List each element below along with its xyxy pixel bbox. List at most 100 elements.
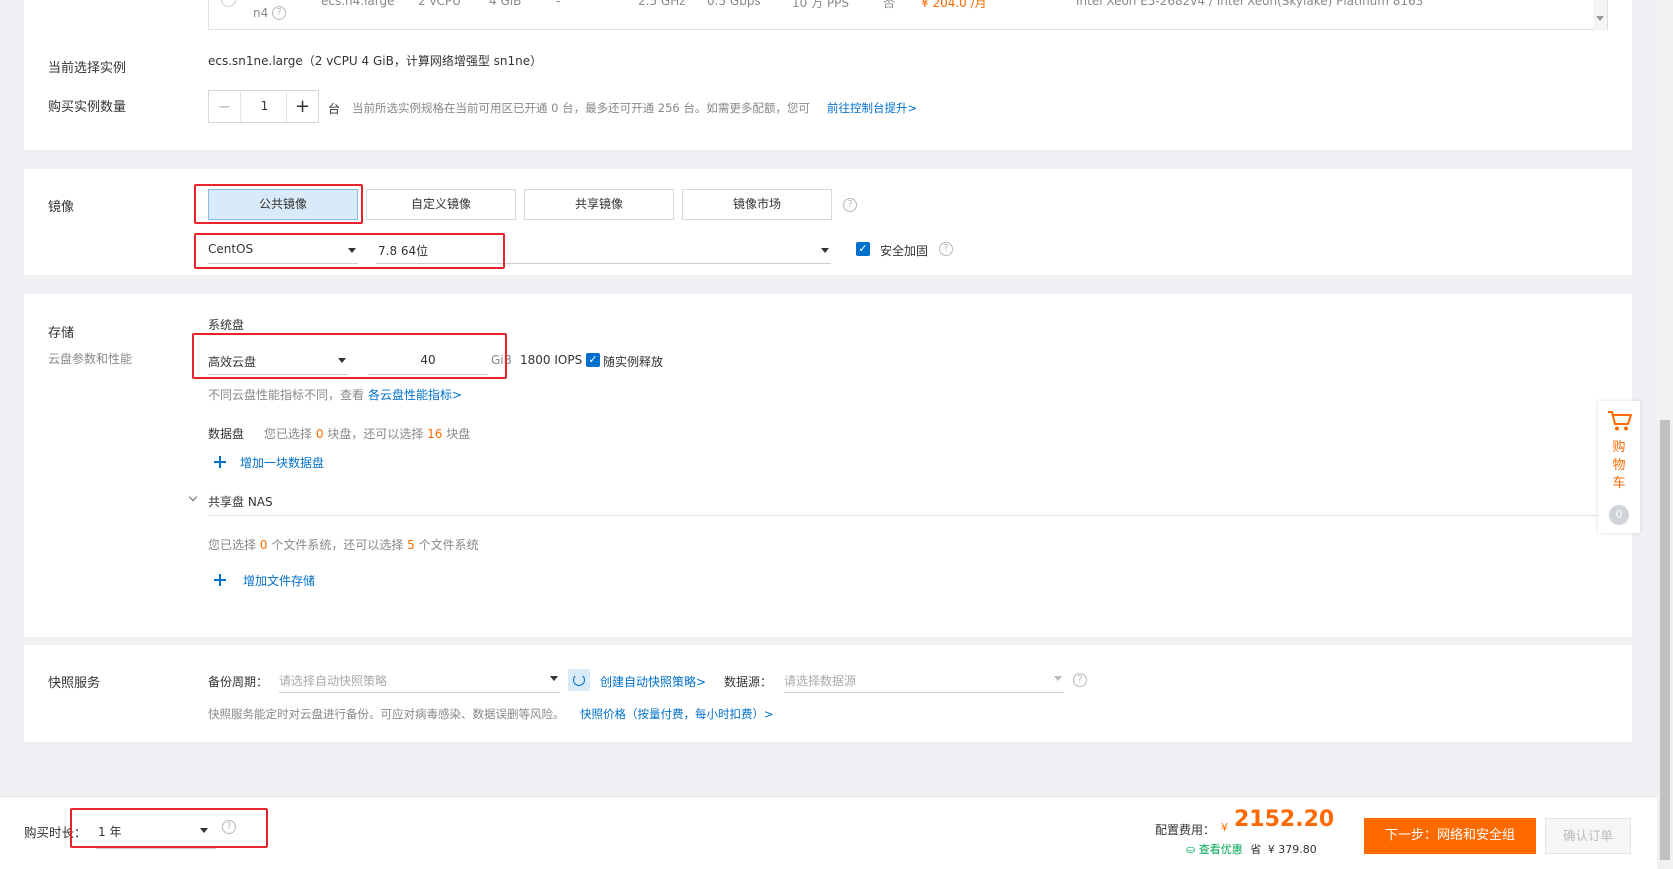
refresh-button[interactable] xyxy=(568,669,590,691)
confirm-order-button[interactable]: 确认订单 xyxy=(1545,818,1631,854)
tab-custom-image[interactable]: 自定义镜像 xyxy=(366,189,516,220)
os-select-value: CentOS xyxy=(208,242,254,256)
instance-gpu: - xyxy=(556,0,561,8)
nas-hint-a: 您已选择 xyxy=(208,538,257,552)
disk-unit: GiB xyxy=(491,353,512,367)
cart-label-char: 车 xyxy=(1612,476,1626,491)
backup-policy-placeholder: 请选择自动快照策略 xyxy=(279,674,388,688)
chevron-down-icon xyxy=(550,675,558,681)
cart-widget[interactable]: 购 物 车 0 xyxy=(1598,401,1640,533)
current-instance-value: ecs.sn1ne.large（2 vCPU 4 GiB，计算网络增强型 sn1… xyxy=(208,54,543,68)
save-value: ¥ 379.80 xyxy=(1267,843,1317,856)
quantity-unit: 台 xyxy=(328,102,341,116)
disk-iops: 1800 IOPS xyxy=(520,353,583,367)
cost-currency: ¥ xyxy=(1221,821,1228,834)
chevron-down-icon xyxy=(1054,675,1062,681)
tab-image-market[interactable]: 镜像市场 xyxy=(682,189,832,220)
discount-link[interactable]: 查看优惠 xyxy=(1199,843,1243,856)
cart-label: 购 物 车 xyxy=(1598,439,1640,493)
data-hint-b: 块盘，还可以选择 xyxy=(327,427,424,441)
quantity-minus-button[interactable]: − xyxy=(209,91,241,122)
chevron-down-icon xyxy=(200,827,208,833)
chevron-down-icon[interactable] xyxy=(1596,16,1604,21)
instance-table: n4 ? ecs.n4.large 2 vCPU 4 GiB - 2.5 GHz… xyxy=(208,0,1608,30)
instance-mem: 4 GiB xyxy=(489,0,522,8)
help-icon[interactable]: ? xyxy=(272,6,286,20)
help-icon[interactable]: ? xyxy=(939,242,953,256)
quantity-hint: 当前所选实例规格在当前可用区已开通 0 台，最多还可开通 256 台。如需更多配… xyxy=(352,101,810,115)
instance-panel: n4 ? ecs.n4.large 2 vCPU 4 GiB - 2.5 GHz… xyxy=(24,0,1632,150)
instance-ipv6: 否 xyxy=(883,0,896,10)
add-nas-label: 增加文件存储 xyxy=(243,574,316,588)
release-label: 随实例释放 xyxy=(603,355,664,369)
security-label: 安全加固 xyxy=(880,244,929,258)
discount-icon: ⛀ xyxy=(1186,843,1196,856)
quantity-input[interactable]: 1 xyxy=(241,91,288,122)
tab-public-image[interactable]: 公共镜像 xyxy=(208,189,358,220)
data-source-label: 数据源： xyxy=(724,675,773,689)
plus-icon xyxy=(213,455,227,469)
snapshot-price-link[interactable]: 快照价格（按量付费，每小时扣费）> xyxy=(580,706,774,722)
perf-link[interactable]: 各云盘性能指标> xyxy=(368,386,462,403)
perf-hint: 不同云盘性能指标不同，查看 xyxy=(208,388,365,402)
help-icon[interactable]: ? xyxy=(1073,673,1087,687)
data-selected-count: 0 xyxy=(315,427,324,441)
scrollbar-thumb[interactable] xyxy=(1660,420,1670,860)
nas-selected-count: 0 xyxy=(259,538,268,552)
cart-label-char: 物 xyxy=(1612,458,1626,473)
next-step-button[interactable]: 下一步：网络和安全组 xyxy=(1364,818,1536,854)
instance-radio[interactable] xyxy=(221,0,236,7)
save-label: 省 xyxy=(1250,843,1262,856)
quota-link[interactable]: 前往控制台提升> xyxy=(827,100,917,116)
cart-icon xyxy=(1608,411,1632,431)
disk-size-value: 40 xyxy=(420,353,436,367)
snapshot-panel xyxy=(24,645,1632,742)
cart-count-badge: 0 xyxy=(1609,505,1629,525)
quantity-stepper: − 1 + xyxy=(208,90,319,123)
table-scrollbar[interactable] xyxy=(1593,0,1607,30)
nas-hint: 您已选择 0 个文件系统，还可以选择 5 个文件系统 xyxy=(208,536,479,553)
nas-collapse-toggle[interactable]: 共享盘 NAS xyxy=(188,490,298,510)
quantity-plus-button[interactable]: + xyxy=(286,91,318,122)
disk-type-select[interactable]: 高效云盘 xyxy=(208,347,348,375)
duration-value: 1 年 xyxy=(98,825,122,839)
disk-size-input[interactable]: 40 xyxy=(368,347,488,375)
instance-cpu: Intel Xeon E5-2682v4 / Intel Xeon(Skylak… xyxy=(1076,0,1424,8)
backup-policy-select[interactable]: 请选择自动快照策略 xyxy=(279,665,560,693)
add-data-disk-button[interactable]: 增加一块数据盘 xyxy=(208,452,368,472)
storage-sublabel: 云盘参数和性能 xyxy=(48,352,133,366)
instance-name-suffix: n4 xyxy=(253,6,269,20)
tab-shared-image[interactable]: 共享镜像 xyxy=(524,189,674,220)
current-instance-label: 当前选择实例 xyxy=(48,61,127,76)
add-data-disk-label: 增加一块数据盘 xyxy=(240,456,325,470)
help-icon[interactable]: ? xyxy=(843,198,857,212)
page-scrollbar[interactable] xyxy=(1657,0,1673,869)
chevron-down-icon xyxy=(348,247,356,253)
nas-label: 共享盘 NAS xyxy=(208,495,273,509)
duration-select[interactable]: 1 年 xyxy=(96,813,216,849)
help-icon[interactable]: ? xyxy=(222,820,236,834)
instance-bandwidth: 0.5 Gbps xyxy=(707,0,761,8)
quantity-label: 购买实例数量 xyxy=(48,100,127,115)
data-remaining-count: 16 xyxy=(427,427,443,441)
instance-freq: 2.5 GHz xyxy=(638,0,686,8)
image-label: 镜像 xyxy=(48,200,75,215)
nas-remaining-count: 5 xyxy=(407,538,415,552)
storage-label: 存储 xyxy=(48,326,75,341)
chevron-down-icon xyxy=(821,247,829,253)
version-select[interactable]: 7.8 64位 xyxy=(376,238,831,264)
instance-price: ¥ 204.0 /月 xyxy=(921,0,987,10)
os-select[interactable]: CentOS xyxy=(208,238,358,264)
chevron-down-icon xyxy=(188,492,198,502)
create-snapshot-policy-link[interactable]: 创建自动快照策略> xyxy=(600,673,706,690)
disk-type-value: 高效云盘 xyxy=(208,355,257,369)
cart-label-char: 购 xyxy=(1612,440,1626,455)
version-select-value: 7.8 64位 xyxy=(378,244,429,258)
chevron-down-icon xyxy=(338,357,346,363)
add-nas-button[interactable]: 增加文件存储 xyxy=(208,570,368,590)
nas-divider xyxy=(208,515,1608,516)
data-source-select[interactable]: 请选择数据源 xyxy=(784,665,1064,693)
security-checkbox[interactable]: ✓ xyxy=(856,242,870,256)
release-checkbox[interactable]: ✓ xyxy=(586,353,600,367)
discount-row: ⛀ 查看优惠 省 ¥ 379.80 xyxy=(1186,841,1317,857)
